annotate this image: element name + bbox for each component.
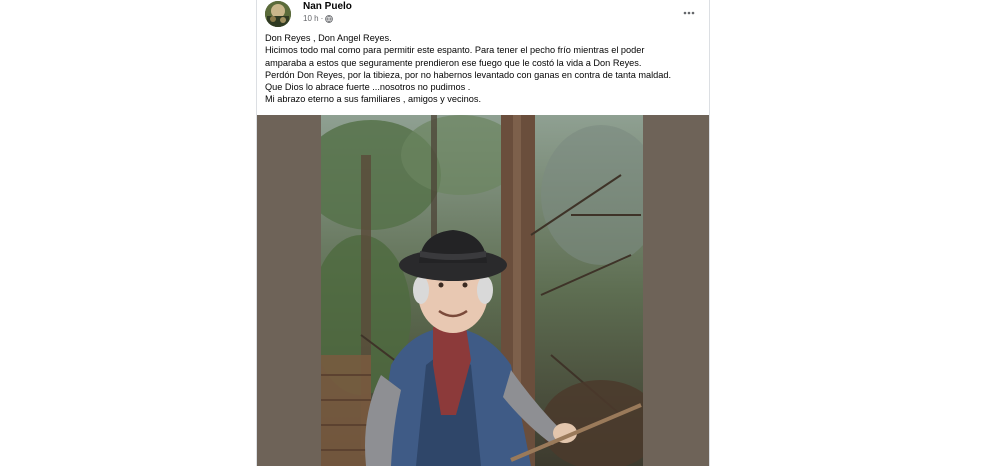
post-text-line: Mi abrazo eterno a sus familiares , amig… — [265, 94, 481, 105]
post-meta: 10 h · — [303, 14, 334, 23]
globe-icon — [325, 14, 334, 23]
author-avatar[interactable] — [265, 1, 291, 27]
facebook-post: Nan Puelo 10 h · Don Reyes , Don Angel R… — [256, 0, 710, 466]
post-text-line: amparaba a estos que seguramente prendie… — [265, 57, 642, 68]
author-name[interactable]: Nan Puelo — [303, 1, 352, 12]
post-photo-container[interactable] — [257, 115, 709, 466]
post-header: Nan Puelo 10 h · — [265, 0, 705, 30]
post-time[interactable]: 10 h — [303, 14, 319, 23]
post-text: Don Reyes , Don Angel Reyes. Hicimos tod… — [265, 32, 705, 106]
post-text-line: Que Dios lo abrace fuerte ...nosotros no… — [265, 82, 471, 93]
post-text-line: Don Reyes , Don Angel Reyes. — [265, 33, 392, 43]
more-options-button[interactable] — [679, 3, 699, 19]
more-options-icon — [683, 2, 695, 20]
meta-separator: · — [320, 14, 324, 23]
post-text-line: Perdón Don Reyes, por la tibieza, por no… — [265, 69, 672, 80]
post-text-line: Hicimos todo mal como para permitir este… — [265, 45, 645, 56]
post-photo[interactable] — [321, 115, 643, 466]
